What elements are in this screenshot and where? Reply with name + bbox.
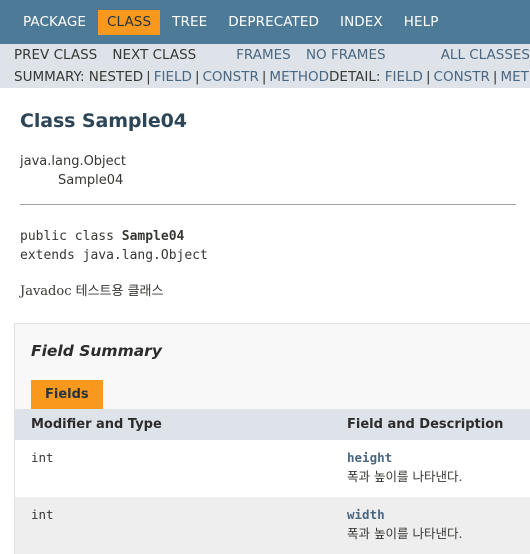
declaration-modifiers: public class bbox=[20, 229, 122, 244]
field-summary-table: Modifier and Type Field and Description … bbox=[15, 409, 530, 554]
field-summary-heading: Field Summary bbox=[31, 342, 162, 360]
column-header-modifier-and-type: Modifier and Type bbox=[15, 409, 331, 440]
separator: | bbox=[146, 68, 151, 85]
separator: | bbox=[492, 68, 498, 85]
table-row: int width 폭과 높이를 나타낸다. bbox=[15, 497, 530, 554]
inheritance-tree: java.lang.Object Sample04 bbox=[20, 152, 516, 190]
all-classes-link[interactable]: ALL CLASSES bbox=[441, 47, 530, 64]
prev-class-label: PREV CLASS bbox=[14, 46, 98, 63]
next-class-label: NEXT CLASS bbox=[112, 46, 197, 63]
field-description: 폭과 높이를 나타낸다. bbox=[347, 526, 463, 541]
field-link-width[interactable]: width bbox=[347, 507, 530, 522]
separator: | bbox=[425, 68, 431, 85]
summary-tab-row: Fields bbox=[15, 360, 530, 409]
nav-item-class[interactable]: CLASS bbox=[98, 9, 161, 35]
table-header-row: Modifier and Type Field and Description bbox=[15, 409, 530, 440]
declaration-line-2: extends java.lang.Object bbox=[20, 248, 208, 263]
detail-method-link[interactable]: METHOD bbox=[500, 69, 530, 86]
separator: | bbox=[261, 68, 267, 85]
field-type: int bbox=[15, 497, 331, 554]
column-header-field-and-description: Field and Description bbox=[331, 409, 530, 440]
table-row: int height 폭과 높이를 나타낸다. bbox=[15, 440, 530, 497]
detail-constr-link[interactable]: CONSTR bbox=[434, 69, 490, 86]
declaration-class-name: Sample04 bbox=[121, 229, 185, 244]
inheritance-level-2: Sample04 bbox=[58, 173, 124, 188]
nav-item-help[interactable]: HELP bbox=[395, 10, 448, 35]
declaration-line-1: public class Sample04 bbox=[20, 227, 516, 246]
field-cell: height 폭과 높이를 나타낸다. bbox=[331, 440, 530, 497]
class-navigation-row: PREV CLASS NEXT CLASS FRAMES NO FRAMES A… bbox=[0, 44, 530, 66]
top-navigation-bar: PACKAGE CLASS TREE DEPRECATED INDEX HELP bbox=[0, 0, 530, 44]
field-type: int bbox=[15, 440, 331, 497]
content-divider bbox=[20, 204, 516, 205]
field-cell: width 폭과 높이를 나타낸다. bbox=[331, 497, 530, 554]
page-title: Class Sample04 bbox=[20, 110, 187, 132]
top-navigation-list: PACKAGE CLASS TREE DEPRECATED INDEX HELP bbox=[0, 9, 451, 35]
summary-detail-row: SUMMARY: NESTED | FIELD | CONSTR | METHO… bbox=[0, 66, 530, 88]
field-link-height[interactable]: height bbox=[347, 450, 530, 465]
main-content: Class Sample04 java.lang.Object Sample04… bbox=[0, 110, 530, 301]
frames-link[interactable]: FRAMES bbox=[236, 47, 291, 64]
nav-item-package[interactable]: PACKAGE bbox=[14, 10, 95, 35]
summary-field-link[interactable]: FIELD bbox=[154, 69, 192, 86]
inheritance-level-1: java.lang.Object bbox=[20, 154, 126, 169]
nav-item-deprecated[interactable]: DEPRECATED bbox=[219, 10, 328, 35]
class-description: Javadoc 테스트용 클래스 bbox=[20, 284, 164, 299]
detail-field-link[interactable]: FIELD bbox=[385, 69, 423, 86]
class-declaration: public class Sample04 extends java.lang.… bbox=[20, 227, 516, 265]
summary-nested-label: NESTED bbox=[88, 68, 144, 85]
nav-item-tree[interactable]: TREE bbox=[163, 10, 216, 35]
summary-method-link[interactable]: METHOD bbox=[269, 69, 329, 86]
detail-label: DETAIL: bbox=[329, 68, 381, 85]
summary-label: SUMMARY: bbox=[14, 68, 85, 85]
field-summary-block: Field Summary Fields Modifier and Type F… bbox=[14, 323, 530, 554]
nav-item-index[interactable]: INDEX bbox=[331, 10, 392, 35]
no-frames-link[interactable]: NO FRAMES bbox=[306, 47, 386, 64]
summary-constr-link[interactable]: CONSTR bbox=[203, 69, 259, 86]
separator: | bbox=[194, 68, 200, 85]
sub-navigation-bar: PREV CLASS NEXT CLASS FRAMES NO FRAMES A… bbox=[0, 44, 530, 88]
field-description: 폭과 높이를 나타낸다. bbox=[347, 469, 463, 484]
tab-fields[interactable]: Fields bbox=[31, 380, 103, 409]
